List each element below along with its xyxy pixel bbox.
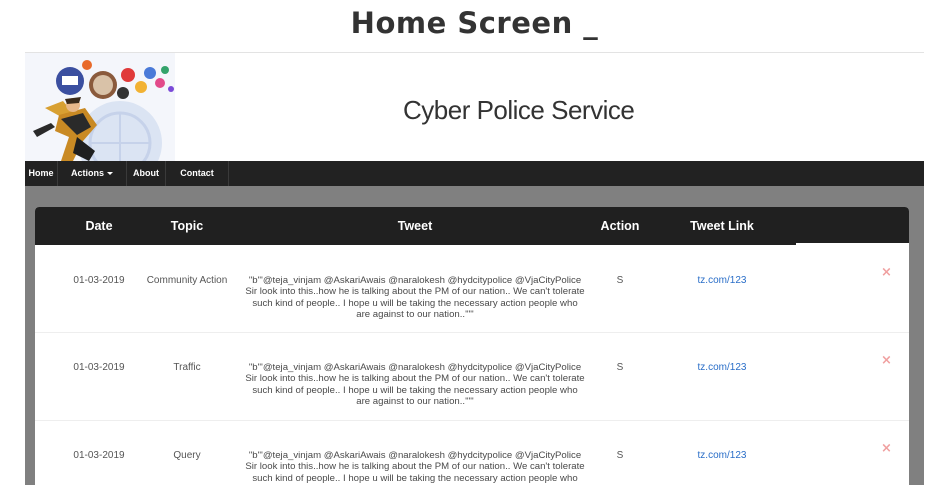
main-navbar: Home Actions About Contact	[25, 161, 924, 186]
cell-date: 01-03-2019	[73, 450, 125, 461]
police-logo-image	[25, 53, 175, 161]
delete-icon[interactable]: ×	[881, 441, 892, 456]
site-banner: Cyber Police Service	[25, 53, 924, 161]
cell-tweet-link[interactable]: tz.com/123	[677, 275, 767, 286]
nav-actions-label: Actions	[70, 168, 104, 178]
chevron-down-icon	[107, 172, 113, 176]
cell-date: 01-03-2019	[73, 362, 125, 373]
cell-tweet-link[interactable]: tz.com/123	[677, 450, 767, 461]
cell-action: S	[616, 275, 624, 286]
table-row: 01-03-2019 Community Action "b'"@teja_vi…	[35, 245, 909, 333]
delete-icon[interactable]: ×	[881, 353, 892, 368]
header-topic: Topic	[170, 219, 204, 233]
cell-tweet: "b'"@teja_vinjam @AskariAwais @naralokes…	[245, 450, 585, 485]
nav-about-label: About	[133, 168, 159, 178]
site-name: Cyber Police Service	[403, 95, 635, 125]
main-content: Date Topic Tweet Action Tweet Link 01-03…	[25, 186, 924, 485]
nav-actions-dropdown[interactable]: Actions	[58, 161, 127, 186]
header-date: Date	[85, 219, 113, 233]
delete-icon[interactable]: ×	[881, 265, 892, 280]
nav-home-label: Home	[28, 168, 54, 178]
cell-topic: Query	[173, 450, 201, 461]
page-title: Home Screen _	[350, 6, 599, 40]
table-header: Date Topic Tweet Action Tweet Link	[35, 207, 909, 245]
nav-about[interactable]: About	[127, 161, 166, 186]
cell-action: S	[616, 450, 624, 461]
nav-home[interactable]: Home	[25, 161, 58, 186]
nav-contact[interactable]: Contact	[166, 161, 229, 186]
cell-action: S	[616, 362, 624, 373]
header-tweet-link: Tweet Link	[690, 219, 754, 233]
cell-tweet-link[interactable]: tz.com/123	[677, 362, 767, 373]
nav-contact-label: Contact	[180, 168, 214, 178]
cell-topic: Traffic	[173, 362, 201, 373]
header-tweet: Tweet	[397, 219, 433, 233]
tweets-table: Date Topic Tweet Action Tweet Link 01-03…	[35, 207, 909, 485]
header-action: Action	[600, 219, 640, 233]
cell-tweet: "b'"@teja_vinjam @AskariAwais @naralokes…	[245, 275, 585, 321]
table-row: 01-03-2019 Traffic "b'"@teja_vinjam @Ask…	[35, 333, 909, 421]
cell-tweet: "b'"@teja_vinjam @AskariAwais @naralokes…	[245, 362, 585, 408]
table-row: 01-03-2019 Query "b'"@teja_vinjam @Askar…	[35, 421, 909, 485]
cell-topic: Community Action	[146, 275, 228, 286]
cell-date: 01-03-2019	[73, 275, 125, 286]
